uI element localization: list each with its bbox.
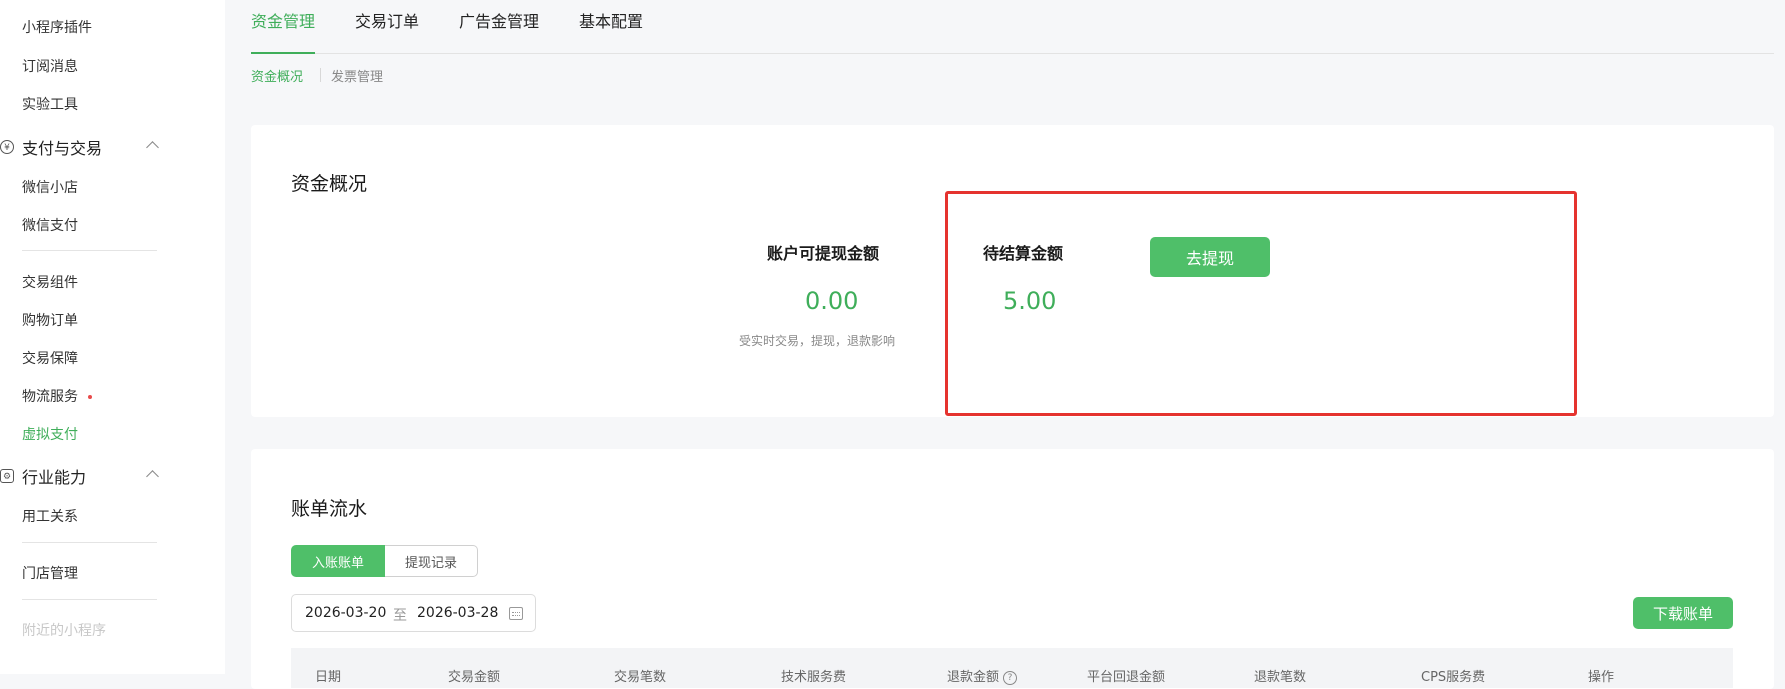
- withdrawable-label: 账户可提现金额: [767, 244, 880, 263]
- column-platform-return: 平台回退金额: [1087, 670, 1166, 685]
- sidebar-divider: [22, 250, 157, 251]
- tab-trade-orders[interactable]: 交易订单: [355, 8, 419, 32]
- sidebar-item-trade-component[interactable]: 交易组件: [22, 272, 78, 292]
- statement-title: 账单流水: [291, 498, 368, 520]
- subtab-fund-overview[interactable]: 资金概况: [251, 66, 303, 85]
- segment-income-bills[interactable]: 入账账单: [291, 545, 386, 577]
- sidebar-item-trade-guarantee[interactable]: 交易保障: [22, 348, 78, 368]
- sidebar-item-shopping-orders[interactable]: 购物订单: [22, 310, 78, 330]
- column-refund-count: 退款笔数: [1254, 670, 1307, 685]
- column-refund-amount: 退款金额?: [947, 666, 1018, 685]
- tab-fund-management[interactable]: 资金管理: [251, 8, 315, 32]
- sidebar-item-label: 物流服务: [22, 389, 78, 405]
- sidebar-item-wechat-shop[interactable]: 微信小店: [22, 177, 78, 197]
- chevron-up-icon[interactable]: [146, 141, 159, 154]
- sidebar-divider: [22, 542, 157, 543]
- sidebar: 小程序插件 订阅消息 实验工具 ¥ 支付与交易 微信小店 微信支付 交易组件 购…: [0, 0, 225, 674]
- column-service-fee: 技术服务费: [781, 670, 847, 685]
- question-icon[interactable]: ?: [1003, 670, 1018, 685]
- notification-dot: [88, 395, 92, 399]
- tab-ad-fund-management[interactable]: 广告金管理: [459, 8, 539, 32]
- column-actions: 操作: [1588, 670, 1615, 685]
- sidebar-item-plugin[interactable]: 小程序插件: [22, 17, 92, 37]
- sidebar-item-nearby[interactable]: 附近的小程序: [22, 620, 106, 640]
- chevron-up-icon[interactable]: [146, 470, 159, 483]
- subtab-invoice-management[interactable]: 发票管理: [331, 66, 383, 85]
- date-range-picker[interactable]: 2026-03-20 至 2026-03-28: [291, 594, 536, 632]
- segment-withdraw-records[interactable]: 提现记录: [385, 545, 479, 577]
- sidebar-group-industry[interactable]: ⚙ 行业能力: [0, 464, 86, 488]
- sidebar-group-payment[interactable]: ¥ 支付与交易: [0, 135, 102, 159]
- sidebar-group-label: 支付与交易: [22, 139, 103, 158]
- sidebar-item-employment[interactable]: 用工关系: [22, 506, 78, 526]
- column-trade-count: 交易笔数: [614, 670, 667, 685]
- statement-segmented-control: 入账账单 提现记录: [291, 545, 479, 577]
- download-bill-button[interactable]: 下载账单: [1633, 597, 1733, 629]
- sidebar-item-logistics[interactable]: 物流服务: [22, 386, 92, 406]
- column-cps-fee: CPS服务费: [1421, 670, 1486, 685]
- date-end: 2026-03-28: [417, 605, 499, 621]
- withdrawable-note: 受实时交易，提现，退款影响: [739, 334, 896, 348]
- yen-icon: ¥: [0, 140, 14, 154]
- industry-icon: ⚙: [0, 469, 14, 483]
- column-trade-amount: 交易金额: [448, 670, 501, 685]
- sidebar-divider: [22, 599, 157, 600]
- tab-divider: [251, 53, 1774, 54]
- column-label: 退款金额: [947, 670, 1000, 685]
- calendar-icon: [509, 607, 523, 620]
- date-start: 2026-03-20: [305, 605, 387, 621]
- column-date: 日期: [315, 670, 342, 685]
- highlight-box: [945, 191, 1577, 416]
- tab-active-indicator: [251, 52, 315, 54]
- sidebar-item-store-management[interactable]: 门店管理: [22, 563, 78, 583]
- sidebar-group-label: 行业能力: [22, 468, 87, 487]
- sidebar-item-virtual-payment[interactable]: 虚拟支付: [22, 424, 78, 444]
- table-header: 日期 交易金额 交易笔数 技术服务费 退款金额? 平台回退金额 退款笔数 CPS…: [291, 648, 1733, 688]
- withdrawable-value: 0.00: [805, 287, 859, 315]
- date-separator: 至: [393, 608, 407, 624]
- sidebar-item-wechat-pay[interactable]: 微信支付: [22, 215, 78, 235]
- tab-basic-config[interactable]: 基本配置: [579, 8, 643, 32]
- sidebar-item-lab-tools[interactable]: 实验工具: [22, 94, 78, 114]
- sidebar-item-subscribe-message[interactable]: 订阅消息: [22, 56, 78, 76]
- overview-title: 资金概况: [291, 173, 368, 195]
- subtab-separator: [320, 68, 321, 82]
